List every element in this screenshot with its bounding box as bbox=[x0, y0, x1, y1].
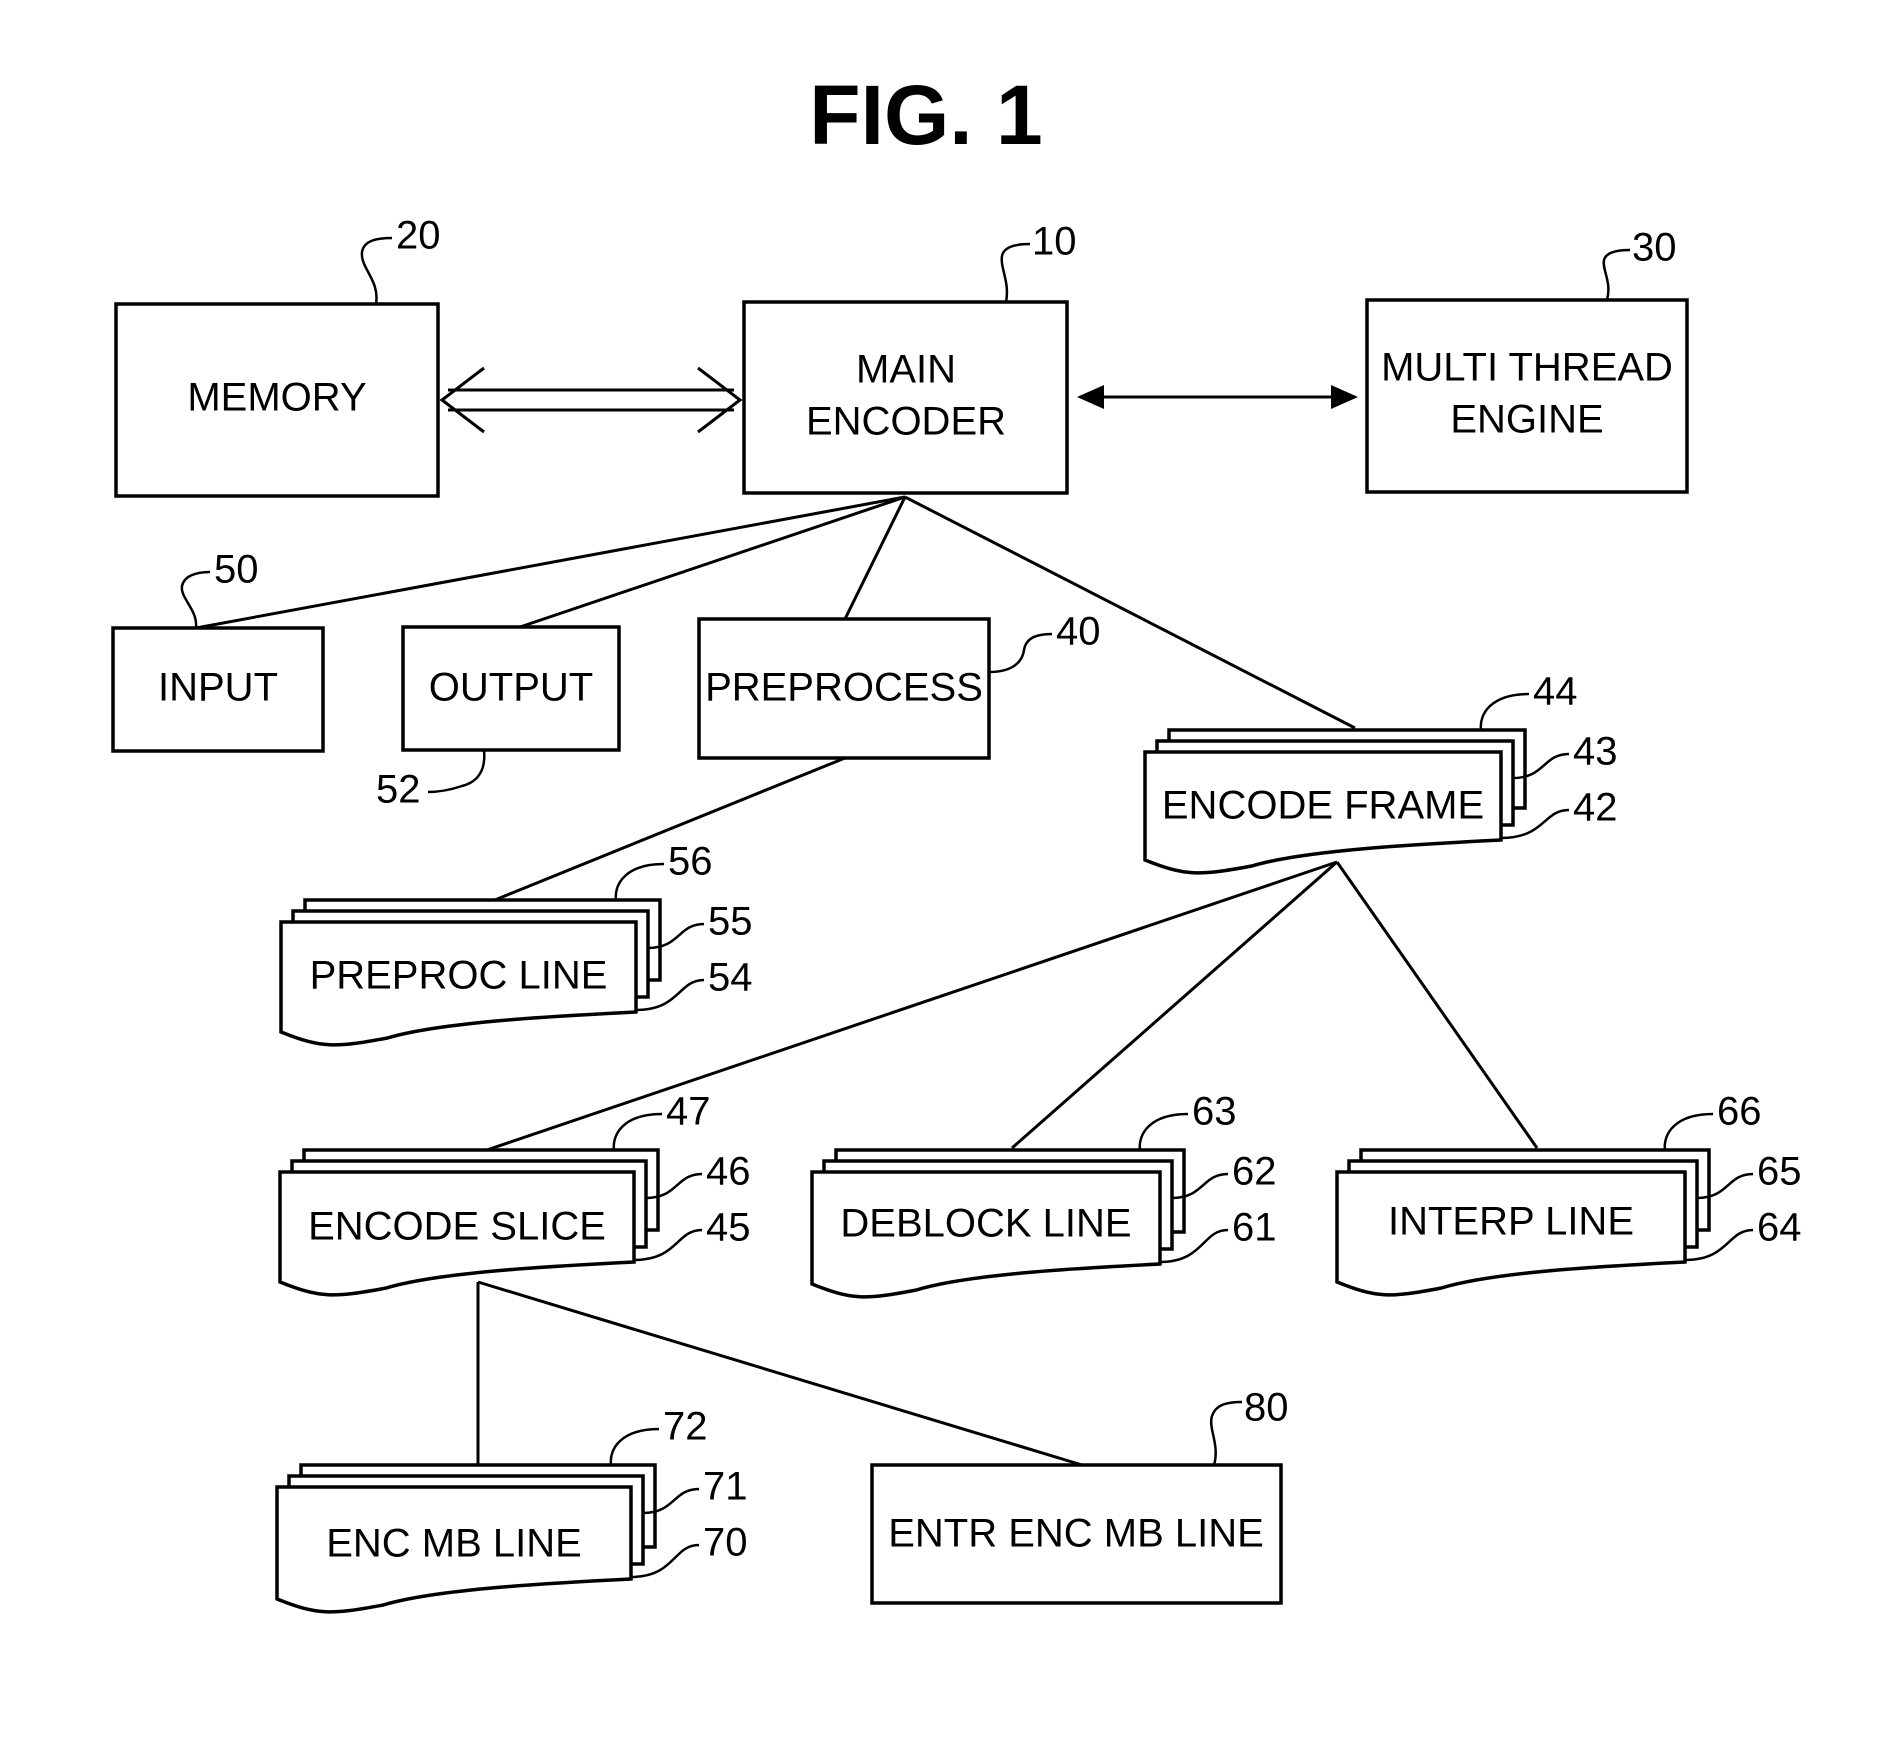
ref-numeral: 56 bbox=[668, 840, 713, 884]
ref-numeral: 65 bbox=[1757, 1150, 1802, 1194]
leader-line bbox=[1000, 242, 1031, 303]
block-encode-slice[interactable]: ENCODE SLICE 45 46 47 bbox=[278, 1090, 751, 1297]
block-preproc-line[interactable]: PREPROC LINE 54 55 56 bbox=[279, 840, 753, 1047]
ref-numeral: 62 bbox=[1232, 1150, 1277, 1194]
block-entr-enc-mb-line[interactable]: ENTR ENC MB LINE 80 bbox=[870, 1386, 1289, 1605]
connector-main-encoder-output bbox=[519, 495, 906, 629]
ref-numeral: 45 bbox=[706, 1206, 751, 1250]
ref-numeral: 66 bbox=[1717, 1090, 1762, 1134]
ref-numeral: 63 bbox=[1192, 1090, 1237, 1134]
block-encode-slice-label: ENCODE SLICE bbox=[308, 1205, 606, 1249]
connector-encode-frame-deblock-line bbox=[1011, 860, 1338, 1150]
block-enc-mb-line-label: ENC MB LINE bbox=[326, 1522, 582, 1566]
block-multi-thread-engine[interactable]: MULTI THREAD ENGINE 30 bbox=[1365, 226, 1689, 494]
ref-numeral: 72 bbox=[663, 1405, 708, 1449]
ref-numeral: 20 bbox=[396, 214, 441, 258]
ref-numeral: 10 bbox=[1032, 220, 1077, 264]
block-preprocess-label: PREPROCESS bbox=[705, 666, 983, 710]
block-entr-enc-mb-line-label: ENTR ENC MB LINE bbox=[888, 1512, 1264, 1556]
block-main-encoder-label-line1: MAIN bbox=[856, 348, 956, 392]
ref-numeral: 40 bbox=[1056, 610, 1101, 654]
leader-line bbox=[988, 632, 1053, 674]
connector-memory-main-encoder bbox=[439, 366, 743, 434]
ref-numeral: 80 bbox=[1244, 1386, 1289, 1430]
leader-line bbox=[1138, 1112, 1189, 1151]
ref-numeral: 71 bbox=[703, 1465, 748, 1509]
ref-numeral: 46 bbox=[706, 1150, 751, 1194]
leader-line bbox=[1663, 1112, 1714, 1151]
connector-encode-slice-entr-enc-mb-line bbox=[477, 1280, 1083, 1467]
leader-line bbox=[427, 749, 486, 794]
block-enc-mb-line[interactable]: ENC MB LINE 70 71 72 bbox=[275, 1405, 748, 1614]
block-memory-label: MEMORY bbox=[187, 376, 366, 420]
ref-numeral: 47 bbox=[666, 1090, 711, 1134]
leader-line bbox=[614, 862, 665, 901]
block-multi-thread-engine-label-line1: MULTI THREAD bbox=[1381, 346, 1673, 390]
block-encode-frame[interactable]: ENCODE FRAME 42 43 44 bbox=[1143, 670, 1618, 875]
ref-numeral: 43 bbox=[1573, 730, 1618, 774]
ref-numeral: 50 bbox=[214, 548, 259, 592]
block-multi-thread-engine-label-line2: ENGINE bbox=[1450, 398, 1603, 442]
ref-numeral: 44 bbox=[1533, 670, 1578, 714]
leader-line bbox=[360, 236, 393, 305]
ref-numeral: 54 bbox=[708, 956, 753, 1000]
ref-numeral: 70 bbox=[703, 1521, 748, 1565]
ref-numeral: 55 bbox=[708, 900, 753, 944]
block-deblock-line-label: DEBLOCK LINE bbox=[840, 1202, 1131, 1246]
block-input-label: INPUT bbox=[158, 666, 278, 710]
ref-numeral: 64 bbox=[1757, 1206, 1802, 1250]
leader-line bbox=[1479, 692, 1530, 731]
block-preproc-line-label: PREPROC LINE bbox=[310, 954, 608, 998]
ref-numeral: 30 bbox=[1632, 226, 1677, 270]
figure-title: FIG. 1 bbox=[809, 68, 1042, 162]
block-memory[interactable]: MEMORY 20 bbox=[114, 214, 441, 498]
block-preprocess[interactable]: PREPROCESS 40 bbox=[697, 610, 1101, 760]
block-diagram: FIG. 1 MEMORY 20 MAIN ENCODER 10 MULTI T… bbox=[111, 68, 1802, 1614]
connector-preprocess-preproc-line bbox=[484, 756, 846, 906]
connector-encode-frame-interp-line bbox=[1335, 861, 1539, 1149]
block-output-label: OUTPUT bbox=[429, 666, 593, 710]
leader-line bbox=[1209, 1400, 1243, 1466]
leader-line bbox=[612, 1112, 663, 1151]
leader-line bbox=[609, 1427, 660, 1466]
ref-numeral: 61 bbox=[1232, 1206, 1277, 1250]
ref-numeral: 42 bbox=[1573, 786, 1618, 830]
ref-numeral: 52 bbox=[376, 768, 421, 812]
connector-main-encoder-input bbox=[195, 495, 906, 630]
block-interp-line-label: INTERP LINE bbox=[1388, 1200, 1634, 1244]
leader-line bbox=[180, 570, 211, 629]
block-main-encoder[interactable]: MAIN ENCODER 10 bbox=[742, 220, 1077, 495]
block-output[interactable]: OUTPUT 52 bbox=[376, 625, 621, 812]
block-interp-line[interactable]: INTERP LINE 64 65 66 bbox=[1335, 1090, 1802, 1297]
leader-line bbox=[1602, 248, 1631, 301]
block-encode-frame-label: ENCODE FRAME bbox=[1162, 784, 1484, 828]
block-main-encoder-label-line2: ENCODER bbox=[806, 400, 1006, 444]
block-input[interactable]: INPUT 50 bbox=[111, 548, 325, 753]
